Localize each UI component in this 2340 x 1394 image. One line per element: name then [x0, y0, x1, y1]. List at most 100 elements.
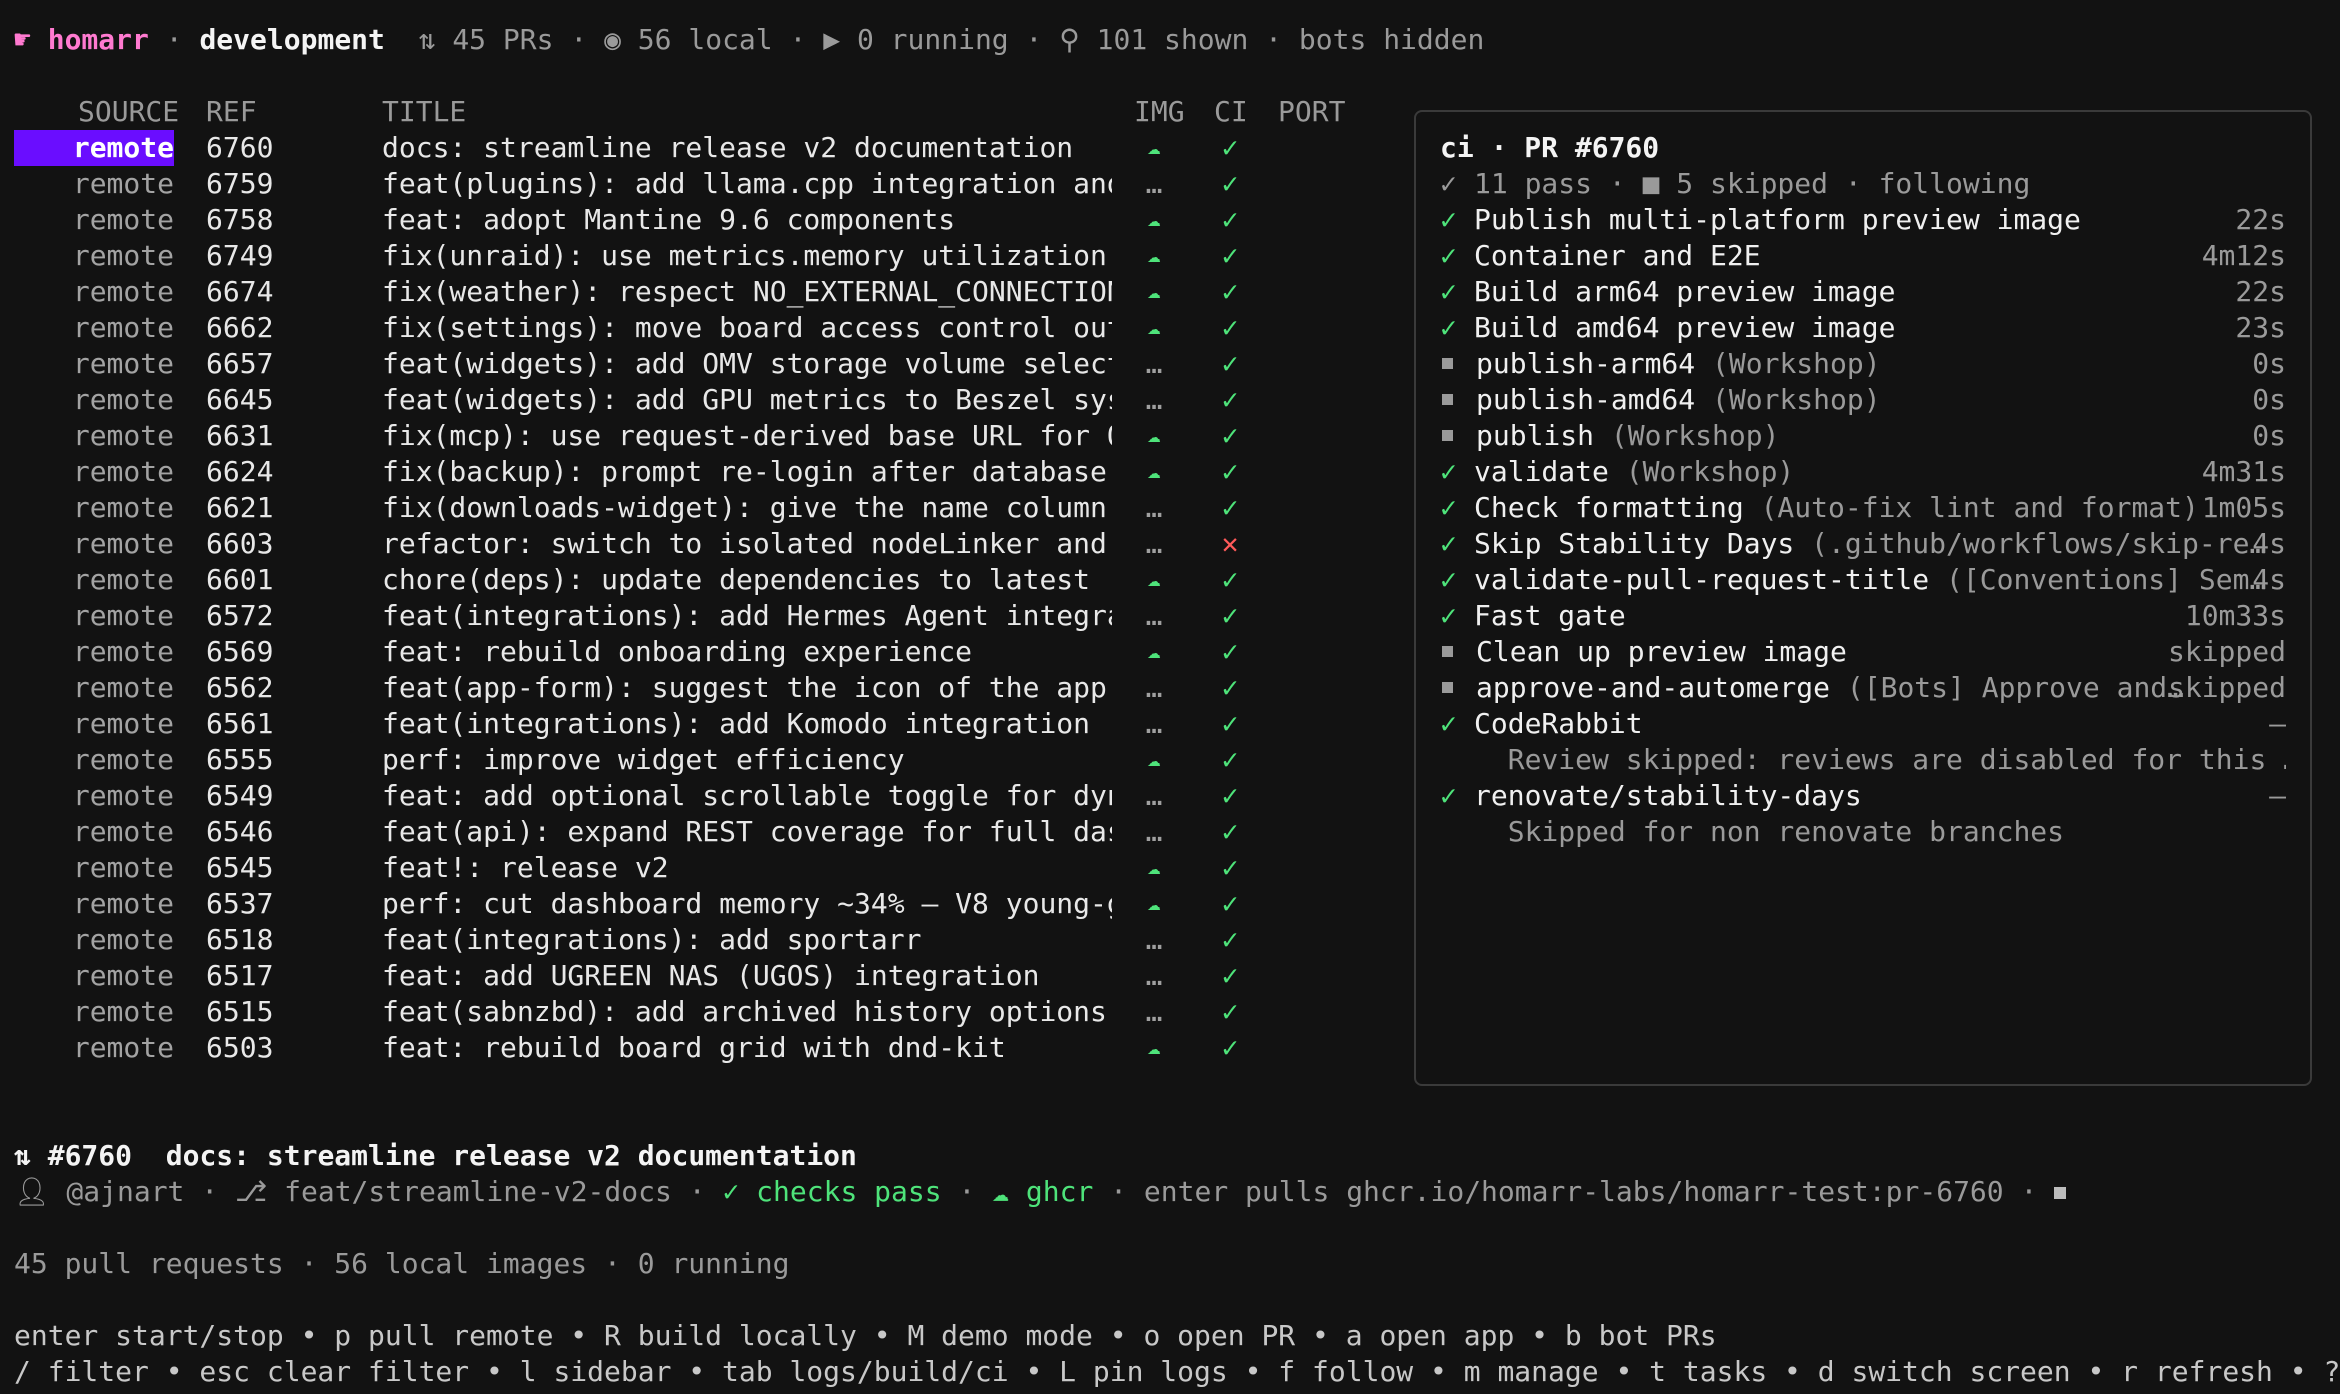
- row-source[interactable]: remote: [14, 670, 174, 706]
- check-icon: ✓: [1221, 743, 1239, 776]
- row-source[interactable]: remote: [14, 562, 174, 598]
- ci-check-row[interactable]: ✓ Skip Stability Days (.github/workflows/…: [1440, 526, 2286, 562]
- row-source[interactable]: remote: [14, 382, 174, 418]
- ci-check-name: validate-pull-request-title: [1474, 563, 1930, 596]
- row-title: fix(mcp): use request-derived base URL f…: [382, 419, 1112, 452]
- row-ref: 6561: [206, 707, 274, 740]
- row-source[interactable]: remote: [14, 778, 174, 814]
- ci-panel-title: ci · PR #6760: [1440, 131, 1660, 164]
- row-source[interactable]: remote: [14, 598, 174, 634]
- row-ref: 6537: [206, 887, 274, 920]
- col-ref[interactable]: REF: [206, 94, 257, 130]
- cloud-icon: ☁: [1147, 243, 1161, 268]
- row-title: fix(weather): respect NO_EXTERNAL_CONNEC…: [382, 275, 1112, 308]
- row-ref: 6645: [206, 383, 274, 416]
- row-source[interactable]: remote: [14, 886, 174, 922]
- row-source[interactable]: remote: [14, 346, 174, 382]
- row-title: feat(integrations): add sportarr: [382, 923, 922, 956]
- status-summary: 45 pull requests · 56 local images · 0 r…: [14, 1247, 790, 1280]
- ci-check-context: Review skipped: reviews are disabled for…: [1474, 743, 2286, 776]
- ci-check-duration: 1m05s: [2201, 491, 2286, 524]
- check-icon: ✓: [1221, 347, 1239, 380]
- ci-check-context: ([Conventions] Sem…: [1929, 563, 2267, 596]
- check-icon: ✓: [1440, 239, 1457, 272]
- col-source[interactable]: SOURCE: [78, 94, 179, 130]
- check-icon: ✓: [1221, 635, 1239, 668]
- row-ref: 6549: [206, 779, 274, 812]
- row-source[interactable]: remote: [14, 274, 174, 310]
- ci-check-row[interactable]: ✓ Fast gate 10m33s: [1440, 598, 2286, 634]
- row-title: fix(downloads-widget): give the name col…: [382, 491, 1112, 524]
- col-title[interactable]: TITLE: [382, 94, 466, 130]
- row-source[interactable]: remote: [14, 742, 174, 778]
- row-source[interactable]: remote: [14, 526, 174, 562]
- row-source[interactable]: remote: [14, 958, 174, 994]
- row-title: feat(plugins): add llama.cpp integration…: [382, 167, 1112, 200]
- ci-check-row[interactable]: publish-arm64 (Workshop) 0s: [1440, 346, 2286, 382]
- pr-count: 45 PRs: [452, 23, 554, 56]
- row-ref: 6517: [206, 959, 274, 992]
- ci-check-row[interactable]: ✓ Build arm64 preview image 22s: [1440, 274, 2286, 310]
- row-source[interactable]: remote: [14, 202, 174, 238]
- row-source[interactable]: remote: [14, 706, 174, 742]
- row-source[interactable]: remote: [14, 130, 174, 166]
- play-icon: ▶: [823, 23, 857, 56]
- ci-check-row[interactable]: ✓ Publish multi-platform preview image 22s: [1440, 202, 2286, 238]
- row-source[interactable]: remote: [14, 922, 174, 958]
- row-title: fix(settings): move board access control…: [382, 311, 1112, 344]
- check-icon: ✓: [1221, 779, 1239, 812]
- ci-check-row[interactable]: approve-and-automerge ([Bots] Approve an…: [1440, 670, 2286, 706]
- cloud-icon: ☁: [1147, 423, 1161, 448]
- row-title: feat(integrations): add Hermes Agent int…: [382, 599, 1112, 632]
- row-ref: 6749: [206, 239, 274, 272]
- ci-check-duration: 22s: [2235, 275, 2286, 308]
- check-icon: ✓: [1221, 239, 1239, 272]
- row-source[interactable]: remote: [14, 814, 174, 850]
- registry-label: ghcr: [1025, 1175, 1094, 1208]
- row-title: feat!: release v2: [382, 851, 669, 884]
- ci-check-row[interactable]: ✓ validate-pull-request-title ([Conventio…: [1440, 562, 2286, 598]
- ci-check-row[interactable]: publish-amd64 (Workshop) 0s: [1440, 382, 2286, 418]
- img-pending: …: [1145, 959, 1163, 992]
- ci-check-row[interactable]: ✓ Check formatting (Auto-fix lint and for…: [1440, 490, 2286, 526]
- row-source[interactable]: remote: [14, 310, 174, 346]
- check-icon: ✓: [1221, 167, 1239, 200]
- ci-check-row[interactable]: ✓ CodeRabbit —: [1440, 706, 2286, 742]
- ci-check-context: (Workshop): [1608, 455, 1795, 488]
- row-source[interactable]: remote: [14, 994, 174, 1030]
- ci-check-row[interactable]: ✓ Build amd64 preview image 23s: [1440, 310, 2286, 346]
- check-icon: ✓: [1440, 311, 1457, 344]
- img-pending: …: [1145, 707, 1163, 740]
- branch-icon: ⎇: [235, 1175, 285, 1208]
- row-source[interactable]: remote: [14, 166, 174, 202]
- row-source[interactable]: remote: [14, 634, 174, 670]
- cloud-icon: ☁: [1147, 459, 1161, 484]
- check-icon: ✓: [1221, 599, 1239, 632]
- ci-check-row[interactable]: ✓ validate (Workshop) 4m31s: [1440, 454, 2286, 490]
- row-source[interactable]: remote: [14, 418, 174, 454]
- row-ref: 6624: [206, 455, 274, 488]
- row-ref: 6515: [206, 995, 274, 1028]
- ci-check-row[interactable]: ✓ renovate/stability-days —: [1440, 778, 2286, 814]
- col-port[interactable]: PORT: [1278, 94, 1345, 130]
- row-source[interactable]: remote: [14, 238, 174, 274]
- col-ci[interactable]: CI: [1214, 94, 1248, 130]
- skipped-icon: [1442, 645, 1453, 657]
- ci-check-row[interactable]: ✓ Container and E2E 4m12s: [1440, 238, 2286, 274]
- ci-check-row[interactable]: publish (Workshop) 0s: [1440, 418, 2286, 454]
- check-icon: ✓: [1221, 671, 1239, 704]
- checks-icon: ✓: [722, 1175, 757, 1208]
- row-source[interactable]: remote: [14, 850, 174, 886]
- col-img[interactable]: IMG: [1134, 94, 1185, 130]
- row-title: feat(app-form): suggest the icon of the …: [382, 671, 1112, 704]
- ci-check-context: (Workshop): [1695, 383, 1881, 416]
- row-ref: 6760: [206, 131, 274, 164]
- branch-name: development: [199, 23, 385, 56]
- row-source[interactable]: remote: [14, 454, 174, 490]
- ci-check-row[interactable]: Clean up preview image skipped: [1440, 634, 2286, 670]
- row-source[interactable]: remote: [14, 490, 174, 526]
- ci-check-duration: 4s: [2252, 563, 2286, 596]
- row-source[interactable]: remote: [14, 1030, 174, 1066]
- check-icon: ✓: [1221, 995, 1239, 1028]
- cloud-icon: ☁: [1147, 891, 1161, 916]
